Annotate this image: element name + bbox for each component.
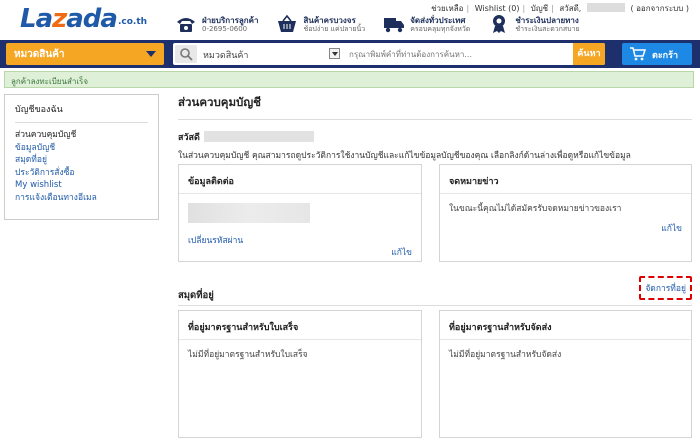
newsletter-status-text: ในขณะนี้คุณไม่ได้สมัครรับจดหมายข่าวของเร… [449,204,622,214]
chevron-down-icon [146,51,156,57]
sidebar-item-address-book[interactable]: สมุดที่อยู่ [15,154,148,167]
change-password-link[interactable]: เปลี่ยนรหัสผ่าน [188,233,412,247]
basket-icon [278,14,297,32]
sidebar-item-wishlist[interactable]: My wishlist [15,179,148,192]
cart-icon [630,47,646,61]
service-cod: ชำระเงินปลายทาง ชำระเงินสะดวกสบาย [488,14,580,34]
logo-text-b: ada [66,4,118,34]
service-customer-care: ฝ่ายบริการลูกค้า 0-2695-0600 [175,14,258,34]
main-nav-bar: หมวดสินค้า หมวดสินค้า ค้นหา ตะกร้า [0,40,700,68]
wishlist-link[interactable]: Wishlist (0) [472,4,523,13]
category-menu-button[interactable]: หมวดสินค้า [6,43,164,65]
contact-card-title: ข้อมูลติดต่อ [179,165,421,194]
badge-icon [493,15,506,33]
search-category-dropdown-icon[interactable] [329,48,340,59]
service-title: จัดส่งทั่วประเทศ [410,15,466,25]
success-alert: ลูกค้าลงทะเบียนสำเร็จ [4,71,694,88]
cart-button[interactable]: ตะกร้า [622,43,692,65]
help-link[interactable]: ช่วยเหลือ [428,4,466,13]
billing-address-title: ที่อยู่มาตรฐานสำหรับใบเสร็จ [179,311,421,340]
address-book-title: สมุดที่อยู่ [178,290,214,301]
service-title: สินค้าครบวงจร [303,15,356,25]
cart-label: ตะกร้า [652,51,679,61]
category-menu-label: หมวดสินค้า [14,49,65,60]
sidebar-item-orders[interactable]: ประวัติการสั่งซื้อ [15,167,148,180]
sidebar-title: บัญชีของฉัน [15,102,148,123]
search-button[interactable]: ค้นหา [573,43,605,65]
hello-text: สวัสดี [178,133,200,143]
search-icon [175,45,197,63]
service-title: ฝ่ายบริการลูกค้า [202,15,259,25]
search-input[interactable] [345,45,573,63]
contact-info-card: ข้อมูลติดต่อ เปลี่ยนรหัสผ่าน แก้ไข [178,164,422,262]
dashboard-intro-text: ในส่วนควบคุมบัญชี คุณสามารถดูประวัติการใ… [178,151,631,161]
address-book-header: สมุดที่อยู่ จัดการที่อยู่ [178,276,692,306]
billing-address-empty-text: ไม่มีที่อยู่มาตรฐานสำหรับใบเสร็จ [188,350,308,360]
hello-line: สวัสดี [178,130,692,144]
logo-suffix: .co.th [117,17,148,27]
sidebar-item-account-info[interactable]: ข้อมูลบัญชี [15,142,148,155]
newsletter-card-title: จดหมายข่าว [440,165,691,194]
main-content: ส่วนควบคุมบัญชี สวัสดี ในส่วนควบคุมบัญชี… [178,94,692,438]
shipping-address-empty-text: ไม่มีที่อยู่มาตรฐานสำหรับจัดส่ง [449,350,562,360]
service-subtitle: 0-2695-0600 [202,24,248,33]
service-title: ชำระเงินปลายทาง [515,15,579,25]
contact-edit-link[interactable]: แก้ไข [391,245,412,259]
service-shipping: จัดส่งทั่วประเทศ ครอบคลุมทุกจังหวัด [383,14,470,34]
service-subtitle: ครอบคลุมทุกจังหวัด [410,24,471,33]
greeting-text: สวัสดี, [559,4,582,13]
logo-text-a: La [20,4,53,34]
logo-text-z: z [52,4,67,34]
service-subtitle: ชำระเงินสะดวกสบาย [515,24,580,33]
billing-address-card: ที่อยู่มาตรฐานสำหรับใบเสร็จ ไม่มีที่อยู่… [178,310,422,438]
top-header: Lazada.co.th ช่วยเหลือ | Wishlist (0) | บั… [0,0,700,40]
contact-info-blurred [188,203,310,223]
search-category-select[interactable]: หมวดสินค้า [203,48,248,62]
account-link[interactable]: บัญชี [528,4,551,13]
service-products: สินค้าครบวงจร ช้อปง่าย แค่ปลายนิ้ว [276,14,365,34]
page-title: ส่วนควบคุมบัญชี [178,94,692,120]
newsletter-card: จดหมายข่าว ในขณะนี้คุณไม่ได้สมัครรับจดหม… [439,164,692,262]
logout-link[interactable]: ( ออกจากระบบ ) [627,4,692,13]
user-name-blurred [203,131,314,142]
user-name-blurred [586,3,625,12]
service-highlights: ฝ่ายบริการลูกค้า 0-2695-0600 สินค้าครบวงจ… [175,14,580,34]
sidebar-item-dashboard[interactable]: ส่วนควบคุมบัญชี [15,129,148,142]
truck-icon [384,18,405,33]
lazada-logo[interactable]: Lazada.co.th [20,4,147,34]
sidebar-item-email-alerts[interactable]: การแจ้งเตือนทางอีเมล [15,192,148,205]
account-sidebar: บัญชีของฉัน ส่วนควบคุมบัญชี ข้อมูลบัญชี … [4,94,159,220]
shipping-address-card: ที่อยู่มาตรฐานสำหรับจัดส่ง ไม่มีที่อยู่ม… [439,310,692,438]
manage-addresses-link[interactable]: จัดการที่อยู่ [639,276,692,300]
search-bar: หมวดสินค้า ค้นหา [173,43,605,65]
service-subtitle: ช้อปง่าย แค่ปลายนิ้ว [303,24,366,33]
newsletter-edit-link[interactable]: แก้ไข [449,221,682,235]
phone-icon [177,18,195,32]
shipping-address-title: ที่อยู่มาตรฐานสำหรับจัดส่ง [440,311,691,340]
